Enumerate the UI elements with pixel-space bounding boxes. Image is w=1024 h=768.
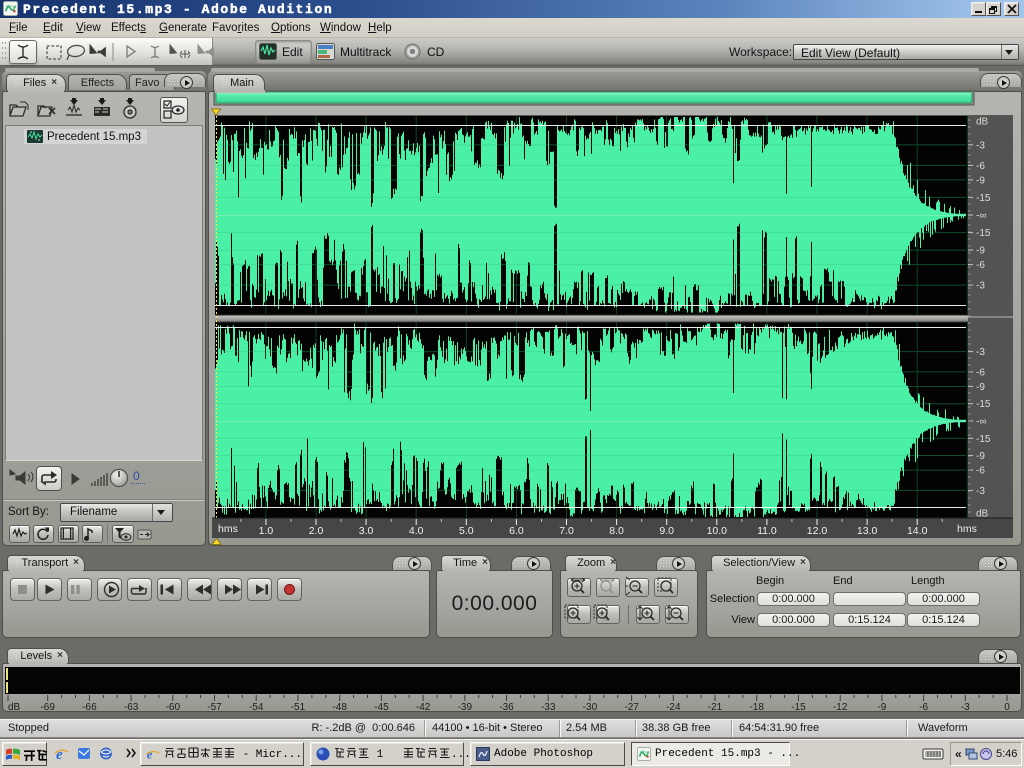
svg-text:-3: -3 (976, 486, 985, 497)
svg-text:e: e (147, 747, 153, 761)
svg-text:-12: -12 (833, 702, 848, 712)
svg-text:-39: -39 (458, 702, 473, 712)
svg-text:dB: dB (8, 702, 21, 712)
svg-text:-3: -3 (976, 281, 985, 292)
svg-text:-51: -51 (291, 702, 306, 712)
svg-text:-3: -3 (961, 702, 970, 712)
svg-text:-15: -15 (976, 228, 991, 239)
svg-text:-6: -6 (976, 260, 985, 271)
svg-text:-36: -36 (499, 702, 514, 712)
svg-text:11.0: 11.0 (757, 525, 777, 537)
svg-text:-30: -30 (583, 702, 598, 712)
svg-text:3.0: 3.0 (359, 525, 374, 537)
svg-text:-18: -18 (749, 702, 764, 712)
svg-text:10.0: 10.0 (707, 525, 728, 537)
svg-text:1.0: 1.0 (259, 525, 274, 537)
svg-text:-15: -15 (791, 702, 806, 712)
svg-text:14.0: 14.0 (907, 525, 928, 537)
svg-text:5.0: 5.0 (459, 525, 474, 537)
svg-text:-63: -63 (124, 702, 139, 712)
svg-text:-6: -6 (976, 367, 985, 378)
svg-text:-9: -9 (976, 382, 985, 393)
svg-text:-54: -54 (249, 702, 264, 712)
svg-text:-3: -3 (976, 140, 985, 151)
svg-text:12.0: 12.0 (807, 525, 828, 537)
svg-text:-24: -24 (666, 702, 681, 712)
svg-text:hms: hms (218, 523, 238, 535)
svg-text:-15: -15 (976, 193, 991, 204)
svg-text:-15: -15 (976, 434, 991, 445)
svg-text:-3: -3 (976, 347, 985, 358)
svg-text:7.0: 7.0 (559, 525, 574, 537)
svg-text:-42: -42 (416, 702, 431, 712)
svg-text:-∞: -∞ (976, 417, 986, 428)
svg-text:0: 0 (1004, 702, 1010, 712)
svg-text:-57: -57 (207, 702, 222, 712)
svg-text:2.0: 2.0 (309, 525, 324, 537)
svg-text:-27: -27 (624, 702, 639, 712)
svg-text:-60: -60 (166, 702, 181, 712)
svg-text:-9: -9 (976, 451, 985, 462)
svg-text:4.0: 4.0 (409, 525, 424, 537)
svg-text:hms: hms (957, 523, 977, 535)
svg-text:13.0: 13.0 (857, 525, 878, 537)
svg-text:-69: -69 (40, 702, 55, 712)
svg-text:6.0: 6.0 (509, 525, 524, 537)
svg-text:-9: -9 (976, 246, 985, 257)
svg-text:e: e (56, 747, 63, 763)
svg-text:-6: -6 (976, 466, 985, 477)
svg-text:dB: dB (976, 117, 989, 128)
svg-text:-9: -9 (976, 175, 985, 186)
svg-text:8.0: 8.0 (609, 525, 624, 537)
svg-text:-6: -6 (976, 161, 985, 172)
svg-text:-6: -6 (919, 702, 928, 712)
svg-text:-15: -15 (976, 399, 991, 410)
svg-text:-21: -21 (708, 702, 723, 712)
svg-text:-66: -66 (82, 702, 97, 712)
svg-text:-33: -33 (541, 702, 556, 712)
svg-text:-9: -9 (877, 702, 886, 712)
svg-text:-45: -45 (374, 702, 389, 712)
svg-text:9.0: 9.0 (659, 525, 674, 537)
svg-text:-48: -48 (332, 702, 347, 712)
svg-text:-∞: -∞ (976, 211, 986, 222)
